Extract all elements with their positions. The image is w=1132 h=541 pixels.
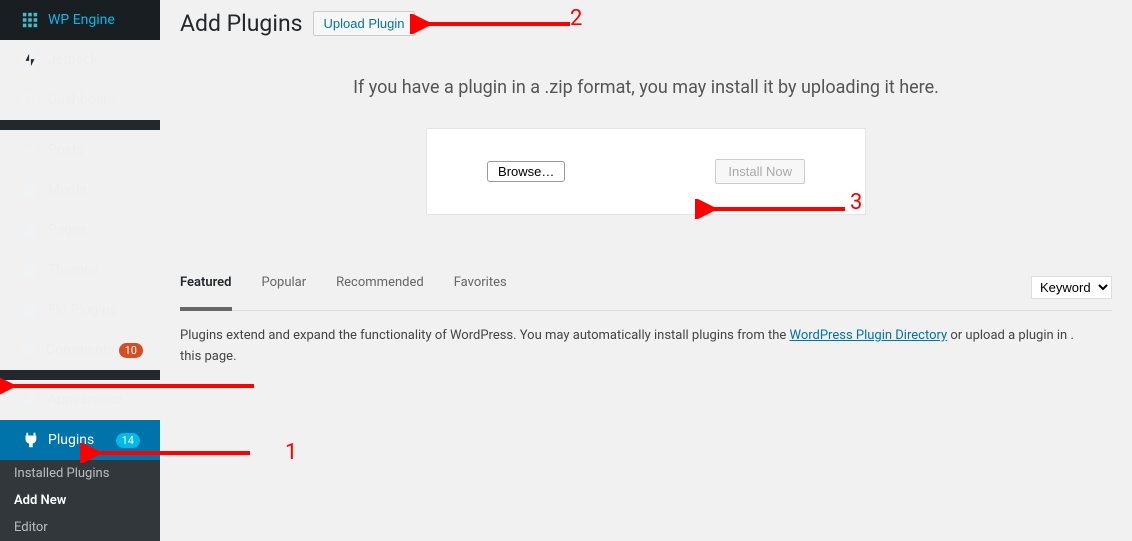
sidebar-item-label: Plugins (48, 432, 112, 448)
submenu-editor[interactable]: Editor (0, 514, 160, 541)
sidebar-item-label: Dashboard (48, 92, 140, 108)
search-controls: Keyword (1031, 276, 1112, 299)
upload-plugin-button[interactable]: Upload Plugin (313, 11, 416, 36)
plugin-directory-link[interactable]: WordPress Plugin Directory (789, 328, 947, 343)
sidebar-item-label: Posts (48, 142, 140, 158)
dashboard-icon (20, 90, 40, 110)
sidebar-item-dashboard[interactable]: Dashboard (0, 80, 160, 120)
sidebar-item-label: Comments (46, 342, 115, 358)
plugins-description: Plugins extend and expand the functional… (180, 326, 1112, 368)
plugins-badge: 14 (116, 433, 140, 448)
tab-favorites[interactable]: Favorites (454, 275, 507, 300)
grid-icon (20, 10, 40, 30)
admin-sidebar: WP Engine Jetpack Dashboard Posts Media … (0, 0, 160, 501)
sidebar-item-label: Jetpack (48, 52, 140, 68)
submenu-installed-plugins[interactable]: Installed Plugins (0, 460, 160, 487)
sidebar-item-label: Appearance (48, 392, 140, 408)
sidebar-item-label: WP Engine (48, 12, 140, 28)
sidebar-item-label: Flo Plugins (48, 302, 140, 318)
filter-tabs-row: Featured Popular Recommended Favorites K… (180, 265, 1112, 311)
plugins-icon (20, 430, 40, 450)
sidebar-item-label: Themes (48, 262, 140, 278)
sidebar-item-posts[interactable]: Posts (0, 130, 160, 170)
sidebar-item-flo-plugins[interactable]: Flo Plugins (0, 290, 160, 330)
flo-icon (20, 300, 40, 320)
sidebar-item-pages[interactable]: Pages (0, 210, 160, 250)
install-now-button[interactable]: Install Now (715, 159, 805, 184)
page-header: Add Plugins Upload Plugin (180, 10, 1112, 37)
tab-featured[interactable]: Featured (180, 275, 232, 311)
pin-icon (20, 140, 40, 160)
sidebar-item-appearance[interactable]: Appearance (0, 380, 160, 420)
sidebar-item-label: Pages (48, 222, 140, 238)
comments-badge: 10 (119, 343, 143, 358)
appearance-icon (20, 390, 40, 410)
tab-popular[interactable]: Popular (262, 275, 307, 300)
upload-form: Browse… Install Now (426, 128, 866, 215)
tab-recommended[interactable]: Recommended (336, 275, 424, 300)
search-type-select[interactable]: Keyword (1031, 276, 1112, 299)
upload-instruction: If you have a plugin in a .zip format, y… (180, 77, 1112, 98)
page-title: Add Plugins (180, 10, 303, 37)
themes-icon (20, 260, 40, 280)
main-content: Add Plugins Upload Plugin If you have a … (160, 0, 1132, 501)
sidebar-item-wpengine[interactable]: WP Engine (0, 0, 160, 40)
sidebar-item-plugins[interactable]: Plugins 14 (0, 420, 160, 460)
pages-icon (20, 220, 40, 240)
sidebar-item-jetpack[interactable]: Jetpack (0, 40, 160, 80)
filter-tabs: Featured Popular Recommended Favorites (180, 265, 1031, 310)
sidebar-item-label: Media (48, 182, 140, 198)
jetpack-icon (20, 50, 40, 70)
sidebar-item-comments[interactable]: Comments 10 (0, 330, 160, 370)
comments-icon (20, 340, 38, 360)
browse-button[interactable]: Browse… (487, 161, 565, 182)
media-icon (20, 180, 40, 200)
sidebar-item-media[interactable]: Media (0, 170, 160, 210)
sidebar-item-themes[interactable]: Themes (0, 250, 160, 290)
